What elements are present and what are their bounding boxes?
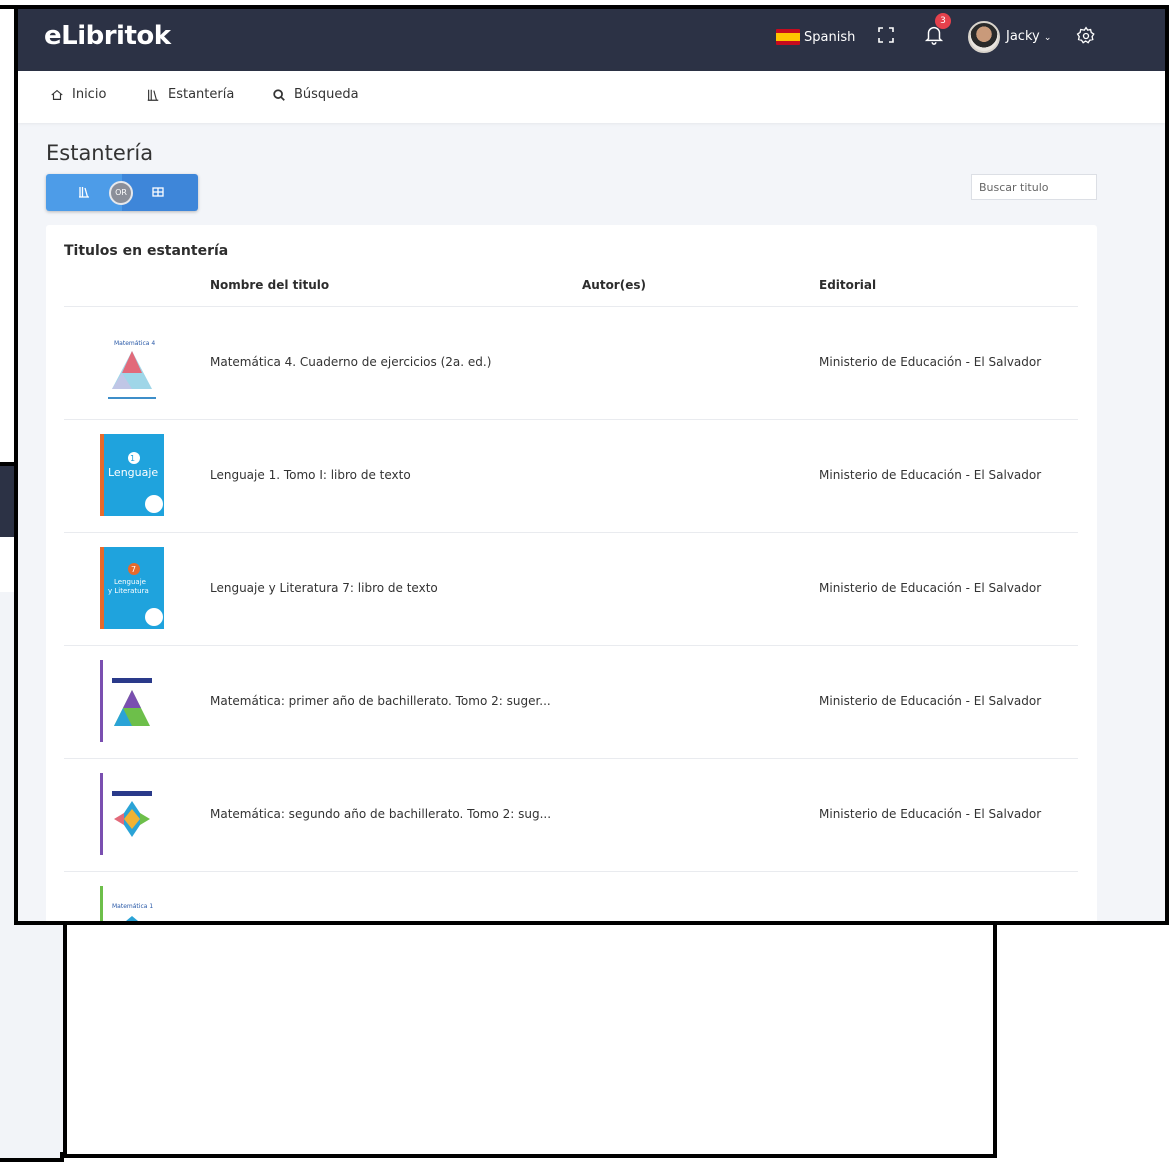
user-avatar[interactable]	[968, 21, 1000, 53]
row-publisher: Ministerio de Educación - El Salvador	[819, 468, 1042, 482]
table-row[interactable]: Matemática 1	[64, 871, 1078, 921]
chevron-down-icon: ⌄	[1043, 33, 1052, 43]
row-publisher: Ministerio de Educación - El Salvador	[819, 694, 1042, 708]
card-title: Titulos en estantería	[64, 243, 229, 259]
row-title[interactable]: Matemática: segundo año de bachillerato.…	[210, 807, 551, 821]
column-header-title: Nombre del titulo	[210, 278, 330, 292]
row-publisher: Ministerio de Educación - El Salvador	[819, 355, 1042, 369]
grid-icon	[152, 187, 164, 197]
column-header-publisher: Editorial	[819, 278, 877, 292]
table-row[interactable]: Matemática: primer año de bachillerato. …	[64, 645, 1078, 759]
gear-icon[interactable]	[1076, 26, 1096, 46]
secondary-nav: Inicio Estantería Búsqueda	[18, 71, 1165, 123]
svg-text:Lenguaje: Lenguaje	[108, 466, 158, 479]
nav-item-label: Estantería	[168, 87, 235, 102]
nav-item-busqueda[interactable]: Búsqueda	[272, 87, 359, 102]
table-row[interactable]: 1 Lenguaje Lenguaje 1. Tomo I: libro de …	[64, 419, 1078, 533]
book-cover-image	[100, 773, 164, 855]
nav-item-estanteria[interactable]: Estantería	[146, 87, 234, 102]
background-window-lower	[63, 918, 997, 1158]
language-label: Spanish	[804, 29, 856, 45]
table-row[interactable]: Matemática: segundo año de bachillerato.…	[64, 758, 1078, 872]
table-row[interactable]: 7 Lenguaje y Literatura Lenguaje y Liter…	[64, 532, 1078, 646]
row-title[interactable]: Lenguaje y Literatura 7: libro de texto	[210, 581, 438, 595]
book-cover-image: 7 Lenguaje y Literatura	[100, 547, 164, 629]
grid-view-button[interactable]	[122, 174, 198, 211]
main-window: eLibritok Spanish 3 Jacky ⌄ Inicio Estan…	[14, 5, 1169, 925]
search-title-input[interactable]	[971, 174, 1097, 200]
book-cover-image: Matemática 4	[100, 323, 164, 405]
home-icon	[51, 89, 63, 100]
shelf-card: Titulos en estantería Nombre del titulo …	[46, 225, 1097, 921]
page-title: Estantería	[46, 141, 154, 165]
view-toggle: OR	[46, 174, 198, 211]
row-title[interactable]: Matemática: primer año de bachillerato. …	[210, 694, 551, 708]
row-publisher: Ministerio de Educación - El Salvador	[819, 581, 1042, 595]
row-title[interactable]: Matemática 4. Cuaderno de ejercicios (2a…	[210, 355, 491, 369]
svg-text:Matemática 4: Matemática 4	[114, 340, 155, 347]
library-icon	[79, 187, 89, 198]
table-row[interactable]: Matemática 4 Matemática 4. Cuaderno de e…	[64, 306, 1078, 420]
nav-item-label: Inicio	[72, 87, 107, 102]
nav-item-inicio[interactable]: Inicio	[50, 87, 106, 102]
column-header-authors: Autor(es)	[582, 278, 646, 292]
nav-item-label: Búsqueda	[294, 87, 359, 102]
svg-text:Matemática 1: Matemática 1	[112, 903, 153, 910]
spain-flag-icon	[776, 29, 800, 45]
app-logo[interactable]: eLibritok	[44, 21, 171, 51]
language-selector[interactable]: Spanish	[776, 29, 855, 45]
row-publisher: Ministerio de Educación - El Salvador	[819, 807, 1042, 821]
user-name: Jacky	[1006, 29, 1040, 44]
notifications-badge: 3	[935, 13, 951, 29]
svg-text:y Literatura: y Literatura	[108, 587, 149, 595]
or-badge: OR	[109, 181, 133, 205]
svg-text:7: 7	[131, 565, 136, 574]
svg-text:Lenguaje: Lenguaje	[114, 578, 146, 586]
row-title[interactable]: Lenguaje 1. Tomo I: libro de texto	[210, 468, 411, 482]
book-cover-image: 1 Lenguaje	[100, 434, 164, 516]
fullscreen-icon[interactable]	[878, 27, 894, 43]
top-navbar: eLibritok Spanish 3 Jacky ⌄	[18, 9, 1165, 71]
book-cover-image: Matemática 1	[100, 886, 164, 921]
svg-text:1: 1	[130, 454, 135, 463]
library-icon	[147, 89, 159, 101]
book-cover-image	[100, 660, 164, 742]
search-icon	[273, 88, 285, 101]
user-menu[interactable]: Jacky ⌄	[1006, 29, 1051, 44]
